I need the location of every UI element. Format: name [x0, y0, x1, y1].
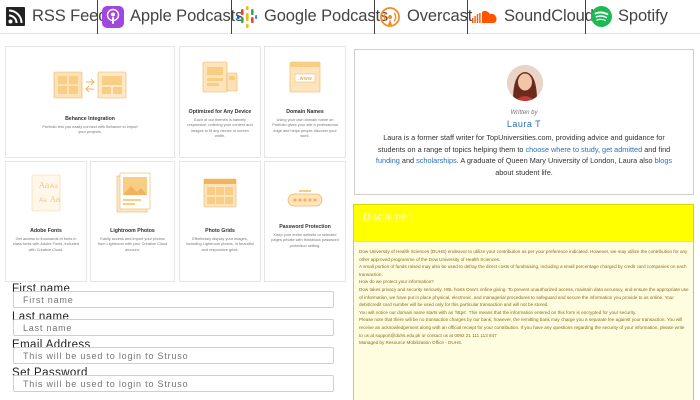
- author-box: Written by Laura T Laura is a former sta…: [354, 49, 694, 195]
- rss-icon: [4, 6, 26, 28]
- google-podcasts-icon: [236, 5, 258, 28]
- feature-description: Get access to thousands of fonts in clas…: [13, 236, 79, 252]
- disclaimer-paragraph: You will notice our domain name starts w…: [359, 309, 637, 315]
- feature-title: Password Protection: [279, 224, 331, 230]
- feature-grid: Behance Integration Portfolio lets you e…: [0, 46, 348, 282]
- feature-card-lightroom: Lightroom Photos Easily access and impor…: [90, 161, 175, 282]
- disclaimer-paragraph: A small portion of funds raised may also…: [359, 264, 687, 277]
- disclaimer-paragraph: Please note that there will be no transa…: [359, 317, 685, 338]
- feature-description: Keep your entire website or selected pag…: [271, 232, 339, 248]
- feature-description: Each of our themes is natively responsiv…: [187, 117, 253, 138]
- last-name-input[interactable]: [13, 319, 334, 336]
- feature-title: Domain Names: [286, 109, 324, 115]
- feature-card-photo-grids: Photo Grids Effortlessly display your im…: [179, 161, 261, 282]
- feature-card-password: Password Protection Keep your entire web…: [264, 161, 346, 282]
- feature-title: Photo Grids: [205, 228, 235, 234]
- set-password-input[interactable]: [13, 375, 334, 392]
- bio-text: about student life.: [495, 167, 553, 177]
- feature-card-devices: Optimized for Any Device Each of our the…: [179, 46, 261, 158]
- overcast-label: Overcast: [407, 7, 473, 25]
- written-by-label: Written by: [510, 110, 538, 116]
- feature-title: Behance Integration: [65, 116, 115, 122]
- disclaimer-paragraph: Managed by Resource Mobilization Office …: [359, 340, 463, 346]
- spotify-icon: [590, 6, 612, 28]
- svg-text:Aa: Aa: [38, 181, 50, 190]
- soundcloud-link[interactable]: SoundCloud: [468, 0, 594, 34]
- get-admitted-link[interactable]: get admitted: [602, 145, 642, 154]
- author-name-link[interactable]: Laura T: [355, 119, 693, 129]
- devices-icon: [180, 61, 260, 95]
- signup-form: First name Last name Email Address Set P…: [0, 282, 345, 400]
- apple-podcasts-link[interactable]: Apple Podcasts: [98, 0, 243, 34]
- google-podcasts-link[interactable]: Google Podcasts: [232, 0, 388, 34]
- disclaimer-title: Disclaimer:: [363, 212, 413, 223]
- svg-text:Aa: Aa: [50, 183, 58, 190]
- soundcloud-label: SoundCloud: [504, 7, 594, 25]
- scholarships-link[interactable]: scholarships: [416, 156, 457, 165]
- feature-description: Easily access and import your photos fro…: [97, 236, 168, 252]
- lightroom-icon: [91, 172, 174, 216]
- feature-description: Effortlessly display your images, includ…: [186, 236, 254, 252]
- funding-link[interactable]: funding: [376, 156, 400, 165]
- apple-podcasts-label: Apple Podcasts: [130, 7, 244, 25]
- spotify-link[interactable]: Spotify: [586, 0, 671, 34]
- feature-card-domain: .www Domain Names Using your own domain …: [264, 46, 346, 158]
- choose-where-to-study-link[interactable]: choose where to study: [525, 145, 597, 154]
- overcast-icon: [379, 6, 401, 28]
- svg-text:Aa: Aa: [49, 195, 61, 204]
- author-bio: Laura is a former staff writer for TopUn…: [371, 132, 677, 178]
- podcast-links-bar: RSS Feed Apple Podcasts Google Podcasts …: [0, 0, 700, 34]
- overcast-link[interactable]: Overcast: [375, 0, 472, 34]
- password-icon: [265, 190, 345, 210]
- email-address-input[interactable]: [13, 347, 334, 364]
- spotify-label: Spotify: [618, 7, 668, 25]
- fonts-icon: Aa Aa Aa Aa: [6, 174, 86, 214]
- first-name-input[interactable]: [13, 291, 334, 308]
- author-avatar: [507, 65, 543, 101]
- feature-description: Using your own domain name on Portfolio …: [272, 117, 338, 138]
- disclaimer-body: Dow University of Health Sciences (DUHS)…: [354, 241, 693, 400]
- disclaimer-paragraph: Dow takes privacy and security seriously…: [359, 286, 689, 308]
- soundcloud-icon: [472, 6, 498, 28]
- rss-feed-link[interactable]: RSS Feed: [0, 0, 107, 34]
- apple-podcasts-icon: [102, 5, 124, 28]
- disclaimer-panel: Disclaimer: Dow University of Health Sci…: [353, 204, 694, 400]
- svg-text:.www: .www: [298, 76, 312, 82]
- bio-text: and: [399, 156, 417, 166]
- feature-title: Lightroom Photos: [110, 228, 155, 234]
- photo-grid-icon: [180, 178, 260, 208]
- google-podcasts-label: Google Podcasts: [264, 7, 389, 25]
- rss-feed-label: RSS Feed: [32, 7, 108, 25]
- bio-text: . A graduate of Queen Mary University of…: [456, 156, 655, 166]
- feature-title: Adobe Fonts: [30, 228, 62, 234]
- disclaimer-paragraph: How do we protect your information?: [359, 279, 434, 285]
- feature-description: Portfolio lets you easily connect with B…: [42, 124, 138, 135]
- feature-card-behance: Behance Integration Portfolio lets you e…: [5, 46, 175, 158]
- feature-title: Optimized for Any Device: [188, 109, 252, 115]
- disclaimer-paragraph: Dow University of Health Sciences (DUHS)…: [359, 249, 688, 262]
- disclaimer-header: Disclaimer:: [354, 205, 693, 233]
- domain-icon: .www: [265, 61, 345, 95]
- behance-sync-icon: [6, 71, 174, 101]
- bio-text: and find: [642, 144, 671, 154]
- svg-text:Aa: Aa: [39, 197, 47, 204]
- blogs-link[interactable]: blogs: [655, 156, 672, 165]
- feature-card-fonts: Aa Aa Aa Aa Adobe Fonts Get access to thous…: [5, 161, 87, 282]
